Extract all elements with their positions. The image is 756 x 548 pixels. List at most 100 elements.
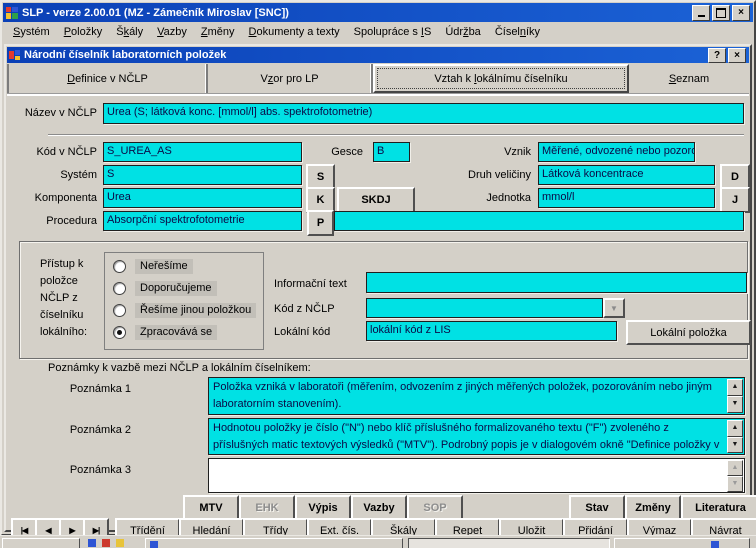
quicklaunch-icon[interactable] <box>116 539 124 547</box>
poznamka1-field[interactable]: Položka vzniká v laboratoři (měřením, od… <box>208 377 745 415</box>
poznamka3-label: Poznámka 3 <box>33 464 131 476</box>
minimize-icon <box>698 15 705 17</box>
menu-item-dokumenty[interactable]: Dokumenty a texty <box>242 24 347 41</box>
scroll-up-icon: ▲ <box>727 460 743 476</box>
ehk-button: EHK <box>239 495 295 520</box>
tab-strip: Definice v NČLP Vzor pro LP Vztah k loká… <box>7 64 749 94</box>
notes-header: Poznámky k vazbě mezi NČLP a lokálním čí… <box>48 362 311 374</box>
vypis-button[interactable]: Výpis <box>295 495 351 520</box>
help-icon: ? <box>714 50 720 61</box>
nazev-field[interactable]: Urea (S; látková konc. [mmol/l] abs. spe… <box>103 103 744 124</box>
dialog-title: Národní číselník laboratorních položek <box>24 49 705 61</box>
procedura-label: Procedura <box>9 215 97 227</box>
scroll-up-icon[interactable]: ▲ <box>727 379 743 396</box>
tab-definice-v-nclp[interactable]: Definice v NČLP <box>7 64 208 93</box>
radio-icon <box>113 304 126 317</box>
taskbar-tray[interactable] <box>614 538 750 548</box>
procedura-field[interactable]: Absorpční spektrofotometrie <box>103 211 302 231</box>
jednotka-field[interactable]: mmol/l <box>538 188 715 208</box>
zmeny-button[interactable]: Změny <box>625 495 681 520</box>
kod-z-nclp-dropdown-button[interactable]: ▼ <box>603 298 625 318</box>
scroll-down-icon[interactable]: ▼ <box>727 396 743 413</box>
radio-neresime[interactable]: Neřešíme <box>113 259 193 274</box>
minimize-button[interactable] <box>692 5 710 21</box>
menu-item-spoluprace[interactable]: Spolupráce s IS <box>347 24 439 41</box>
radio-zpracovava-se[interactable]: Zpracovává se <box>113 325 217 340</box>
nazev-label: Název v NČLP <box>9 107 97 119</box>
lokalni-polozka-button[interactable]: Lokální položka <box>626 320 751 345</box>
radio-checked-icon <box>113 326 126 339</box>
access-label: Přístup k položce NČLP z číselníku lokál… <box>40 256 87 341</box>
poznamka3-field[interactable]: ▲ ▼ <box>208 458 745 493</box>
poznamka1-scrollbar[interactable]: ▲ ▼ <box>727 379 743 413</box>
procedura-lookup-button[interactable]: P <box>307 210 334 236</box>
radio-resime-jinou-polozkou[interactable]: Řešíme jinou položkou <box>113 303 256 318</box>
poznamka1-label: Poznámka 1 <box>33 383 131 395</box>
scroll-up-icon[interactable]: ▲ <box>727 420 743 437</box>
menu-item-skaly[interactable]: Škály <box>109 24 150 41</box>
gesce-label: Gesce <box>303 146 363 158</box>
tab-vzor-pro-lp[interactable]: Vzor pro LP <box>208 64 373 93</box>
vznik-field[interactable]: Měřené, odvozené nebo pozorované ve <box>538 142 695 162</box>
poznamka2-field[interactable]: Hodnotou položky je číslo ("N") nebo klí… <box>208 418 745 455</box>
maximize-button[interactable] <box>712 5 730 21</box>
literatura-button[interactable]: Literatura <box>681 495 756 520</box>
taskbar-task-button-active[interactable] <box>408 538 610 548</box>
system-label: Systém <box>9 169 97 181</box>
dialog-close-button[interactable]: × <box>728 48 746 63</box>
dialog-titlebar: Národní číselník laboratorních položek ?… <box>7 47 749 63</box>
kod-label: Kód v NČLP <box>9 146 97 158</box>
gesce-field[interactable]: B <box>373 142 410 162</box>
procedura-extra-field[interactable] <box>334 211 744 231</box>
screen: SLP - verze 2.00.01 (MZ - Zámečník Miros… <box>0 0 756 548</box>
menu-item-udrzba[interactable]: Údržba <box>438 24 487 41</box>
poznamka2-scrollbar[interactable]: ▲ ▼ <box>727 420 743 453</box>
menu-item-system[interactable]: Systém <box>6 24 57 41</box>
tab-vztah-k-lokalnimu-ciselniku[interactable]: Vztah k lokálnímu číselníku <box>373 64 629 93</box>
taskbar <box>0 535 756 548</box>
close-icon: × <box>738 7 744 18</box>
jednotka-lookup-button[interactable]: J <box>720 187 750 213</box>
window-title: SLP - verze 2.00.01 (MZ - Zámečník Miros… <box>22 7 689 19</box>
informacni-text-field[interactable] <box>366 272 747 293</box>
access-groupbox: Přístup k položce NČLP z číselníku lokál… <box>19 241 748 359</box>
help-button[interactable]: ? <box>708 48 726 63</box>
poznamka3-scrollbar: ▲ ▼ <box>727 460 743 491</box>
komponenta-field[interactable]: Urea <box>103 188 302 208</box>
mtv-button[interactable]: MTV <box>183 495 239 520</box>
menu-item-vazby[interactable]: Vazby <box>150 24 194 41</box>
informacni-text-label: Informační text <box>274 278 347 290</box>
quicklaunch-icon[interactable] <box>88 539 96 547</box>
radio-icon <box>113 282 126 295</box>
kod-z-nclp-field[interactable] <box>366 298 603 318</box>
poznamka2-label: Poznámka 2 <box>33 424 131 436</box>
stav-button[interactable]: Stav <box>569 495 625 520</box>
taskbar-start-button[interactable] <box>2 538 80 548</box>
maximize-icon <box>716 8 726 18</box>
tab-seznam[interactable]: Seznam <box>629 64 749 93</box>
skdj-button[interactable]: SKDJ <box>337 187 415 213</box>
task-icon <box>150 541 158 548</box>
close-button[interactable]: × <box>732 5 750 21</box>
chevron-down-icon: ▼ <box>610 304 618 313</box>
menu-item-polozky[interactable]: Položky <box>57 24 110 41</box>
vazby-button[interactable]: Vazby <box>351 495 407 520</box>
jednotka-label: Jednotka <box>443 192 531 204</box>
druh-veliciny-label: Druh veličiny <box>433 169 531 181</box>
system-field[interactable]: S <box>103 165 302 185</box>
next-record-icon: ▶ <box>69 526 74 535</box>
quicklaunch-icon[interactable] <box>102 539 110 547</box>
dialog-close-icon: × <box>734 50 740 61</box>
radio-icon <box>113 260 126 273</box>
dialog-window: Národní číselník laboratorních položek ?… <box>4 44 752 532</box>
lokalni-kod-field[interactable]: lokální kód z LIS <box>366 321 617 341</box>
app-icon <box>5 6 19 20</box>
radio-doporucujeme[interactable]: Doporučujeme <box>113 281 217 296</box>
taskbar-task-button[interactable] <box>145 538 403 548</box>
kod-field[interactable]: S_UREA_AS <box>103 142 302 162</box>
scroll-down-icon[interactable]: ▼ <box>727 437 743 454</box>
druh-veliciny-field[interactable]: Látková koncentrace <box>538 165 715 185</box>
divider <box>48 134 744 136</box>
menu-item-zmeny[interactable]: Změny <box>194 24 242 41</box>
menu-item-ciselniky[interactable]: Číselníky <box>488 24 547 41</box>
